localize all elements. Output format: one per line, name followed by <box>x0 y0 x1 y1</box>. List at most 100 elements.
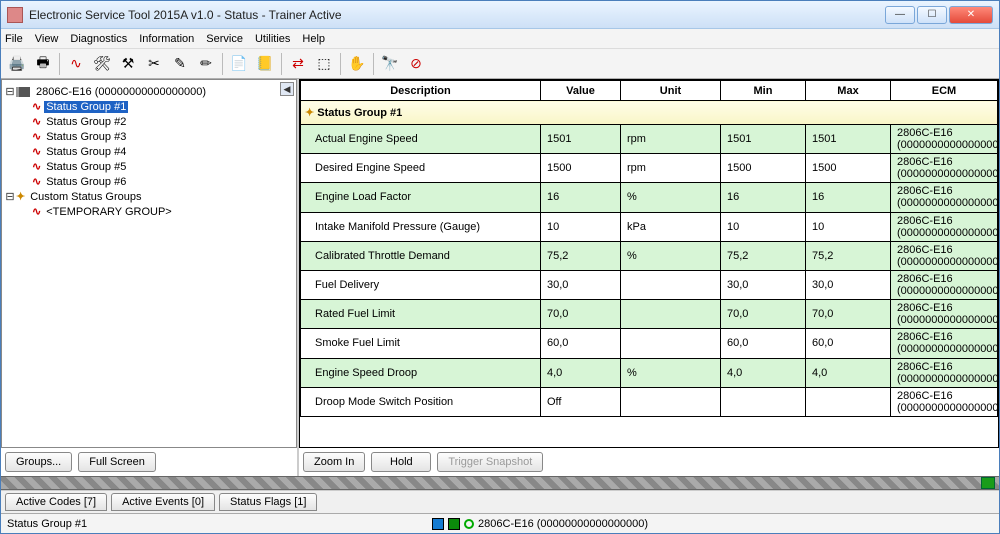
cell-max <box>806 387 891 416</box>
binoculars-icon[interactable]: 🔭 <box>378 52 402 76</box>
table-row[interactable]: Desired Engine Speed1500rpm150015002806C… <box>301 154 998 183</box>
col-min[interactable]: Min <box>721 81 806 101</box>
tree-status-group[interactable]: ∿Status Group #4 <box>4 144 294 159</box>
col-ecm[interactable]: ECM <box>891 81 998 101</box>
hand-icon[interactable]: ✋ <box>345 52 369 76</box>
tree-custom[interactable]: ⊟✦ Custom Status Groups <box>4 189 294 204</box>
cell-description: Fuel Delivery <box>301 270 541 299</box>
tree-status-group[interactable]: ∿Status Group #5 <box>4 159 294 174</box>
cell-min: 16 <box>721 183 806 212</box>
menu-view[interactable]: View <box>35 33 59 45</box>
minimize-button[interactable]: — <box>885 6 915 24</box>
table-row[interactable]: Intake Manifold Pressure (Gauge)10kPa101… <box>301 212 998 241</box>
table-row[interactable]: Engine Speed Droop4,0%4,04,02806C-E16(00… <box>301 358 998 387</box>
nosign-icon[interactable]: ⊘ <box>404 52 428 76</box>
col-max[interactable]: Max <box>806 81 891 101</box>
tree-root[interactable]: ⊟ 2806C-E16 (00000000000000000) <box>4 84 294 99</box>
wave-icon: ∿ <box>32 130 41 143</box>
green-indicator-icon <box>981 477 995 489</box>
tree-item-label: Status Group #4 <box>44 146 128 158</box>
doc-yellow-icon[interactable]: 📒 <box>253 52 277 76</box>
cell-max: 1501 <box>806 125 891 154</box>
sidebar-buttons: Groups... Full Screen <box>1 448 297 476</box>
table-row[interactable]: Engine Load Factor16%16162806C-E16(00000… <box>301 183 998 212</box>
bottom-tabs: Active Codes [7] Active Events [0] Statu… <box>1 490 999 513</box>
tab-active-events[interactable]: Active Events [0] <box>111 493 215 511</box>
cell-description: Rated Fuel Limit <box>301 300 541 329</box>
cell-unit: kPa <box>621 212 721 241</box>
cell-min: 75,2 <box>721 241 806 270</box>
print-icon[interactable]: 🖨️ <box>5 52 29 76</box>
table-row[interactable]: Calibrated Throttle Demand75,2%75,275,22… <box>301 241 998 270</box>
maximize-button[interactable]: ☐ <box>917 6 947 24</box>
cell-description: Desired Engine Speed <box>301 154 541 183</box>
tab-status-flags[interactable]: Status Flags [1] <box>219 493 317 511</box>
wave-icon: ∿ <box>32 175 41 188</box>
collapse-arrow-icon[interactable]: ◀ <box>280 82 294 96</box>
status-mid: 2806C-E16 (00000000000000000) <box>87 518 993 530</box>
doc-icon[interactable]: 📄 <box>227 52 251 76</box>
green-circle-icon <box>464 519 474 529</box>
tree-root-label: 2806C-E16 (00000000000000000) <box>34 86 208 98</box>
zoomin-button[interactable]: Zoom In <box>303 452 365 472</box>
table-row[interactable]: Rated Fuel Limit70,070,070,02806C-E16(00… <box>301 300 998 329</box>
col-value[interactable]: Value <box>541 81 621 101</box>
tree-item-label: Status Group #2 <box>44 116 128 128</box>
status-grid: Description Value Unit Min Max ECM ✦ Sta… <box>300 80 998 417</box>
tree-status-group[interactable]: ∿Status Group #2 <box>4 114 294 129</box>
fullscreen-button[interactable]: Full Screen <box>78 452 156 472</box>
menu-utilities[interactable]: Utilities <box>255 33 290 45</box>
grid-panel: Description Value Unit Min Max ECM ✦ Sta… <box>299 79 999 448</box>
grid-group-row[interactable]: ✦ Status Group #1 <box>301 101 998 125</box>
menu-service[interactable]: Service <box>206 33 243 45</box>
tree-temp[interactable]: ∿ <TEMPORARY GROUP> <box>4 204 294 219</box>
cell-unit <box>621 387 721 416</box>
cell-min: 30,0 <box>721 270 806 299</box>
brush-icon[interactable]: ✏ <box>194 52 218 76</box>
tree-status-group[interactable]: ∿Status Group #6 <box>4 174 294 189</box>
cell-ecm: 2806C-E16(00000000000000000) <box>891 358 998 387</box>
cell-max: 1500 <box>806 154 891 183</box>
folder-icon: ✦ <box>16 190 25 203</box>
tab-active-codes[interactable]: Active Codes [7] <box>5 493 107 511</box>
cell-max: 16 <box>806 183 891 212</box>
table-row[interactable]: Droop Mode Switch PositionOff2806C-E16(0… <box>301 387 998 416</box>
app-icon <box>7 7 23 23</box>
hold-button[interactable]: Hold <box>371 452 431 472</box>
col-unit[interactable]: Unit <box>621 81 721 101</box>
cell-ecm: 2806C-E16(00000000000000000) <box>891 241 998 270</box>
cell-value: 30,0 <box>541 270 621 299</box>
cell-value: 16 <box>541 183 621 212</box>
window-title: Electronic Service Tool 2015A v1.0 - Sta… <box>29 8 885 22</box>
cell-description: Actual Engine Speed <box>301 125 541 154</box>
tools2-icon[interactable]: ⚒ <box>116 52 140 76</box>
groups-button[interactable]: Groups... <box>5 452 72 472</box>
menu-diagnostics[interactable]: Diagnostics <box>70 33 127 45</box>
table-row[interactable]: Fuel Delivery30,030,030,02806C-E16(00000… <box>301 270 998 299</box>
tree-custom-label: Custom Status Groups <box>28 191 143 203</box>
cell-max: 60,0 <box>806 329 891 358</box>
close-button[interactable]: ✕ <box>949 6 993 24</box>
tools3-icon[interactable]: ✂ <box>142 52 166 76</box>
cell-ecm: 2806C-E16(00000000000000000) <box>891 329 998 358</box>
swap-icon[interactable]: ⇄ <box>286 52 310 76</box>
cell-value: 4,0 <box>541 358 621 387</box>
tree-status-group[interactable]: ∿Status Group #1 <box>4 99 294 114</box>
tools4-icon[interactable]: ✎ <box>168 52 192 76</box>
separator <box>59 53 60 75</box>
print-black-icon[interactable]: 🖶 <box>31 52 55 76</box>
table-row[interactable]: Smoke Fuel Limit60,060,060,02806C-E16(00… <box>301 329 998 358</box>
wave-icon: ∿ <box>32 145 41 158</box>
tools1-icon[interactable]: 🛠 <box>90 52 114 76</box>
cyl-icon[interactable]: ⬚ <box>312 52 336 76</box>
wave-icon[interactable]: ∿ <box>64 52 88 76</box>
cell-description: Smoke Fuel Limit <box>301 329 541 358</box>
col-description[interactable]: Description <box>301 81 541 101</box>
menu-file[interactable]: File <box>5 33 23 45</box>
tree-status-group[interactable]: ∿Status Group #3 <box>4 129 294 144</box>
table-row[interactable]: Actual Engine Speed1501rpm150115012806C-… <box>301 125 998 154</box>
menu-information[interactable]: Information <box>139 33 194 45</box>
snapshot-button[interactable]: Trigger Snapshot <box>437 452 543 472</box>
cell-unit <box>621 300 721 329</box>
menu-help[interactable]: Help <box>302 33 325 45</box>
